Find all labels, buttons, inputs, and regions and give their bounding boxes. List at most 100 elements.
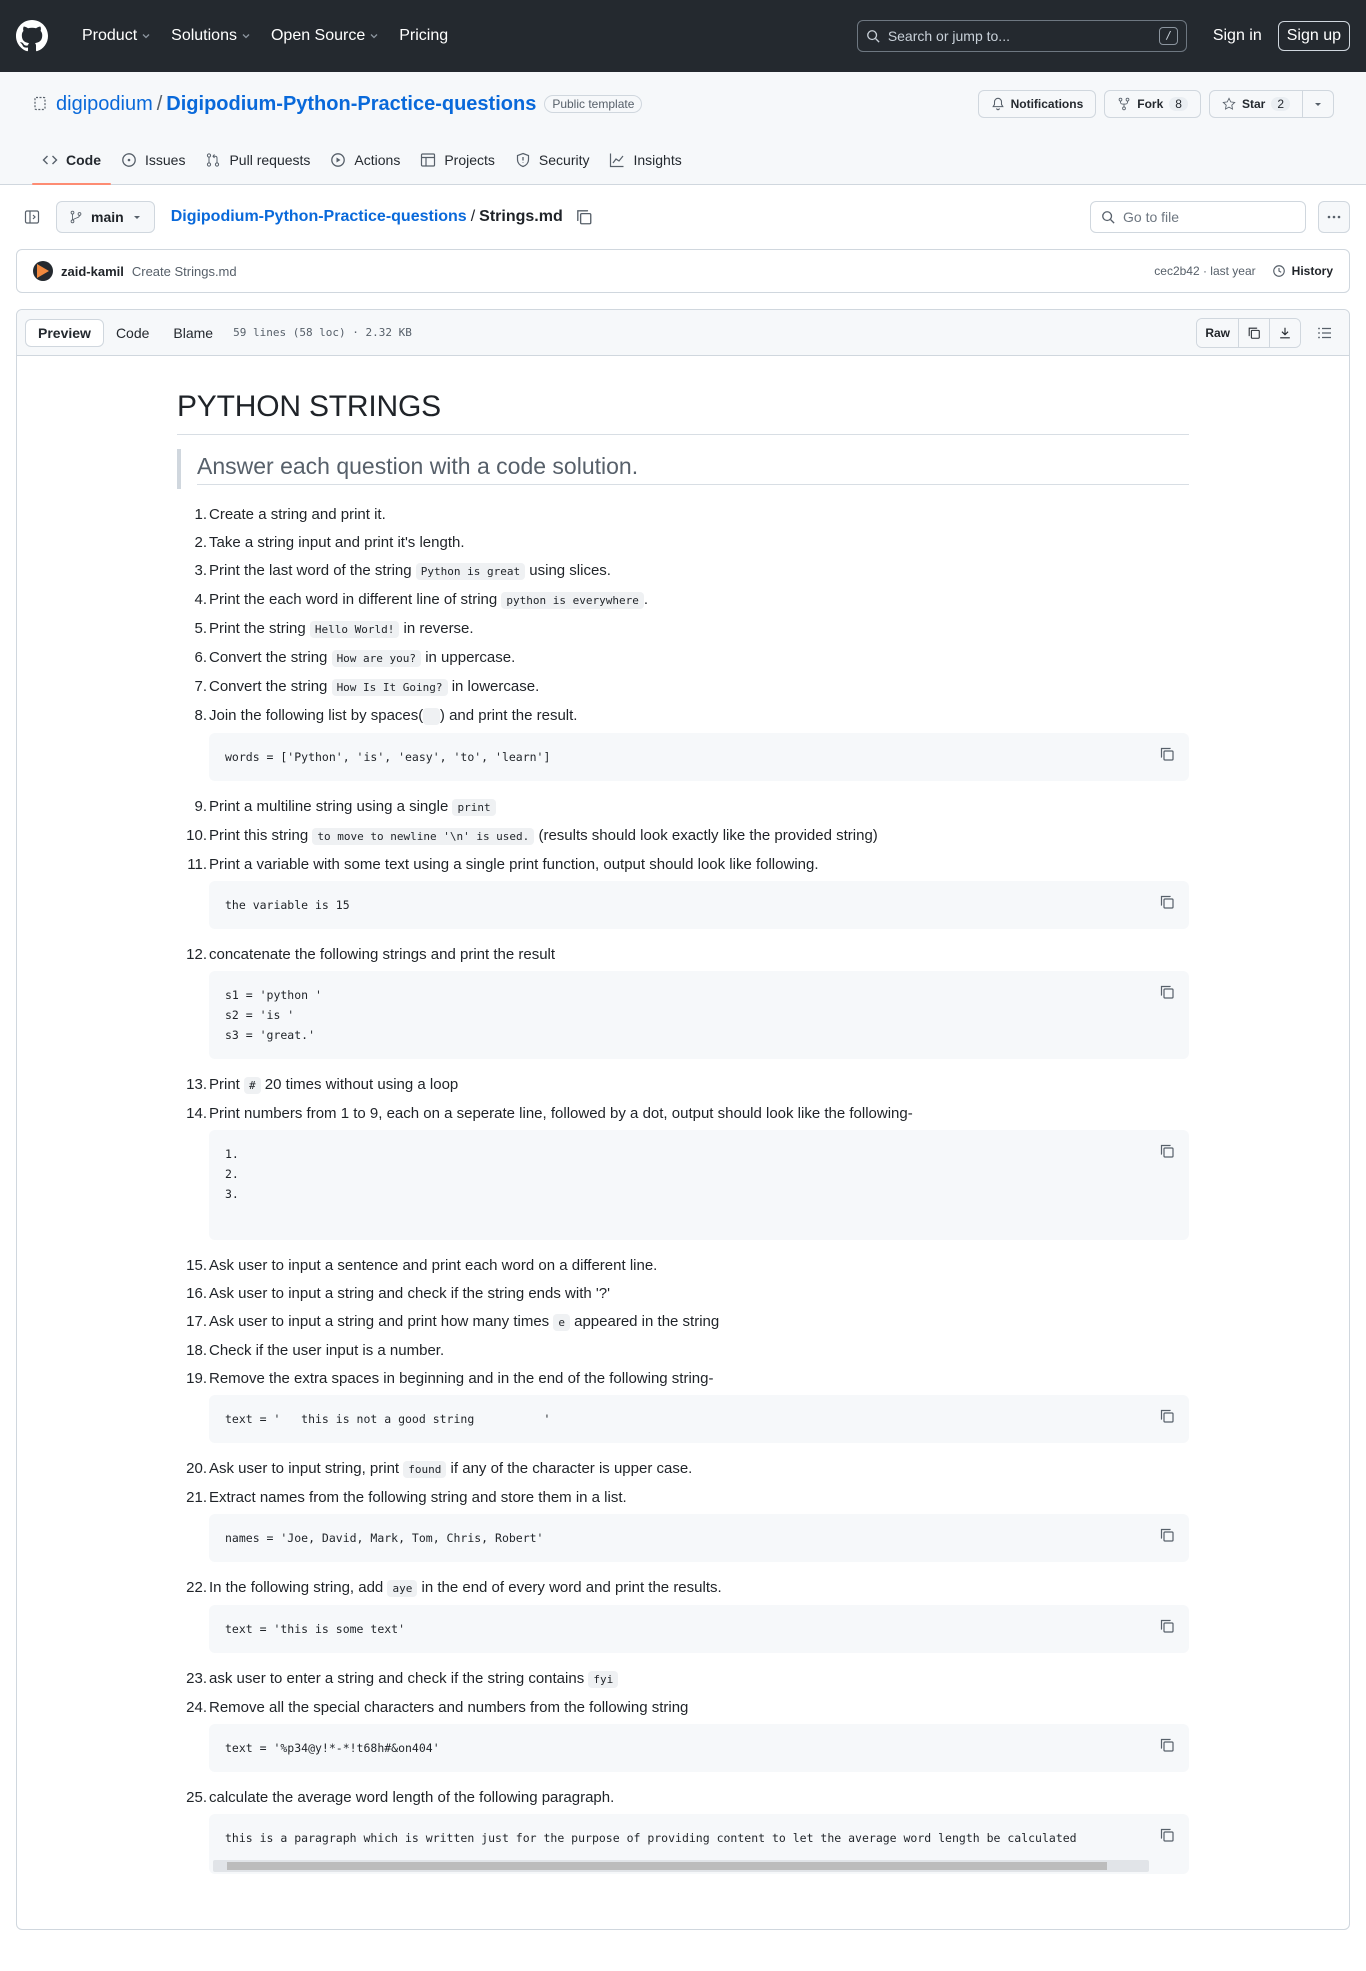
inline-code: Python is great	[415, 563, 526, 580]
tab-pull-requests[interactable]: Pull requests	[195, 136, 320, 184]
list-number: 20.	[186, 1460, 207, 1477]
file-info: 59 lines (58 loc) · 2.32 KB	[233, 326, 412, 339]
preview-tab[interactable]: Preview	[25, 318, 104, 347]
nav-solutions-label: Solutions	[171, 27, 237, 44]
inline-code	[423, 708, 440, 725]
more-options-button[interactable]	[1318, 201, 1350, 233]
list-unordered-icon	[1318, 327, 1331, 338]
sign-in-link[interactable]: Sign in	[1203, 27, 1272, 45]
nav-solutions[interactable]: Solutions	[161, 20, 261, 52]
repo-owner-link[interactable]: digipodium	[56, 93, 153, 116]
copy-icon[interactable]	[1159, 1618, 1175, 1634]
code-block-container: s1 = 'python ' s2 = 'is ' s3 = 'great.'	[177, 971, 1189, 1059]
code-view-tab[interactable]: Code	[104, 319, 161, 347]
star-count: 2	[1271, 97, 1290, 111]
repo-separator: /	[156, 92, 163, 115]
tab-actions-label: Actions	[354, 152, 401, 168]
quote-heading: Answer each question with a code solutio…	[197, 453, 1189, 485]
list-number: 19.	[186, 1370, 207, 1387]
list-text: in uppercase.	[421, 649, 516, 666]
file-header: Preview Code Blame 59 lines (58 loc) · 2…	[17, 310, 1349, 356]
list-text: in the end of every word and print the r…	[417, 1579, 722, 1596]
copy-icon[interactable]	[1159, 1737, 1175, 1753]
list-text: Print a multiline string using a single	[209, 798, 453, 815]
notifications-button[interactable]: Notifications	[977, 90, 1097, 118]
code-block-container: 1. 2. 3.	[177, 1130, 1189, 1240]
list-item: 1. Create a string and print it.	[177, 501, 1189, 529]
tab-projects-label: Projects	[444, 152, 495, 168]
list-item: 4. Print the each word in different line …	[177, 586, 1189, 615]
list-item: 10. Print this string to move to newline …	[177, 822, 1189, 851]
chevron-down-icon	[242, 34, 250, 39]
copy-icon[interactable]	[1159, 746, 1175, 762]
avatar[interactable]	[33, 261, 53, 281]
list-item: 18. Check if the user input is a number.	[177, 1337, 1189, 1365]
tab-insights[interactable]: Insights	[599, 136, 691, 184]
list-text: Print the string	[209, 620, 310, 637]
file-navigation: main Digipodium-Python-Practice-question…	[0, 185, 1366, 249]
outline-button[interactable]	[1309, 319, 1341, 347]
copy-icon[interactable]	[1159, 1827, 1175, 1843]
copy-icon[interactable]	[1159, 1527, 1175, 1543]
copy-icon[interactable]	[1159, 1408, 1175, 1424]
commit-message-link[interactable]: Create Strings.md	[132, 264, 237, 279]
copy-path-icon[interactable]	[575, 208, 593, 226]
tab-issues[interactable]: Issues	[111, 136, 195, 184]
tab-code[interactable]: Code	[32, 136, 111, 185]
raw-button[interactable]: Raw	[1197, 318, 1238, 347]
repo-template-icon	[34, 96, 46, 111]
star-button[interactable]: Star 2	[1208, 90, 1303, 118]
inline-code: e	[553, 1314, 570, 1331]
star-dropdown-button[interactable]	[1303, 90, 1334, 118]
code-block: names = 'Joe, David, Mark, Tom, Chris, R…	[209, 1514, 1189, 1562]
fork-button[interactable]: Fork 8	[1104, 90, 1201, 118]
list-text: Remove all the special characters and nu…	[209, 1699, 689, 1716]
github-logo-icon[interactable]	[16, 20, 48, 52]
nav-open-source[interactable]: Open Source	[261, 20, 389, 52]
copy-icon[interactable]	[1159, 1143, 1175, 1159]
code-text: 1. 2. 3.	[225, 1147, 239, 1201]
repo-name-link[interactable]: Digipodium-Python-Practice-questions	[166, 93, 536, 116]
list-number: 4.	[194, 591, 207, 608]
list-text: ask user to enter a string and check if …	[209, 1670, 589, 1687]
code-block: this is a paragraph which is written jus…	[209, 1814, 1189, 1874]
copy-raw-button[interactable]	[1238, 318, 1269, 347]
history-button[interactable]: History	[1272, 264, 1333, 278]
global-header: Product Solutions Open Source Pricing Se…	[0, 0, 1366, 72]
branch-selector[interactable]: main	[56, 201, 155, 233]
tab-projects[interactable]: Projects	[410, 136, 505, 184]
copy-icon[interactable]	[1159, 894, 1175, 910]
nav-product[interactable]: Product	[72, 20, 161, 52]
blame-tab[interactable]: Blame	[161, 319, 225, 347]
search-input[interactable]: Search or jump to... /	[856, 20, 1187, 52]
list-item: 19. Remove the extra spaces in beginning …	[177, 1365, 1189, 1393]
tab-security[interactable]: Security	[505, 136, 600, 184]
branch-icon	[70, 210, 82, 224]
breadcrumb-file: Strings.md	[479, 208, 563, 225]
inline-code: found	[403, 1461, 447, 1478]
tab-actions[interactable]: Actions	[320, 136, 410, 184]
nav-pricing[interactable]: Pricing	[389, 20, 458, 52]
go-to-file-input[interactable]: Go to file	[1090, 201, 1306, 233]
list-text: Print	[209, 1076, 245, 1093]
commit-author-link[interactable]: zaid-kamil	[61, 264, 124, 279]
scrollbar-thumb[interactable]	[227, 1862, 1107, 1870]
code-text: text = 'this is some text'	[225, 1622, 406, 1636]
download-button[interactable]	[1269, 318, 1300, 347]
list-text: 20 times without using a loop	[260, 1076, 459, 1093]
list-number: 3.	[194, 562, 207, 579]
list-item: 22. In the following string, add aye in t…	[177, 1574, 1189, 1603]
list-text: (results should look exactly like the pr…	[534, 827, 878, 844]
triangle-down-icon	[133, 216, 140, 219]
repo-tabs: Code Issues Pull requests Actions Projec…	[32, 136, 1334, 185]
list-text: Print the last word of the string	[209, 562, 416, 579]
breadcrumb-repo-link[interactable]: Digipodium-Python-Practice-questions	[171, 208, 467, 226]
list-text: In the following string, add	[209, 1579, 388, 1596]
sidebar-toggle-button[interactable]	[16, 201, 48, 233]
copy-icon[interactable]	[1159, 984, 1175, 1000]
commit-meta[interactable]: cec2b42 · last year	[1154, 264, 1255, 278]
star-icon	[1222, 97, 1236, 110]
play-icon	[331, 153, 346, 167]
sign-up-button[interactable]: Sign up	[1277, 21, 1350, 51]
horizontal-scrollbar[interactable]	[213, 1860, 1149, 1872]
